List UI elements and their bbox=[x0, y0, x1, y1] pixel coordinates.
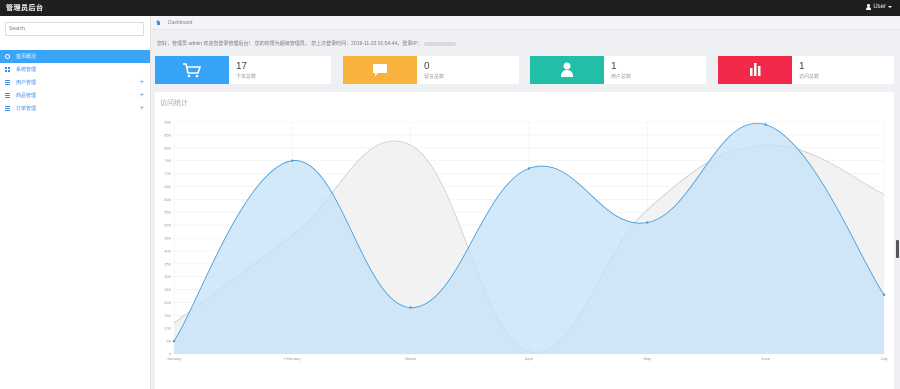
home-icon[interactable] bbox=[156, 20, 161, 25]
comment-icon bbox=[373, 64, 387, 76]
visit-stats-panel: 访问统计 0 50 100 150 200 250 300 350 400 450 500 550 60… bbox=[155, 92, 894, 389]
stat-card-visits: 1 访问总数 bbox=[718, 56, 894, 84]
caret-down-icon bbox=[888, 6, 892, 8]
x-tick-label: February bbox=[284, 356, 300, 361]
y-tick-label: 250 bbox=[164, 287, 171, 292]
breadcrumb-current: Dashboard bbox=[168, 20, 193, 26]
visit-area-chart: 0501001502002503003504004505005506006507… bbox=[164, 120, 887, 362]
user-icon bbox=[561, 62, 573, 77]
welcome-text: 您好，管理员 admin 欢迎您登录管理后台！ 您的权限为超级管理员。 您上次登… bbox=[157, 41, 422, 47]
data-point[interactable] bbox=[646, 221, 649, 224]
stat-card-messages: 0 留言总数 bbox=[343, 56, 519, 84]
top-navbar: 管理员后台 User bbox=[0, 0, 900, 16]
y-tick-label: 800 bbox=[164, 145, 171, 150]
y-tick-label: 900 bbox=[164, 120, 171, 125]
plus-icon[interactable]: + bbox=[140, 92, 144, 99]
y-tick-label: 850 bbox=[164, 132, 171, 137]
breadcrumb: Dashboard bbox=[151, 16, 900, 30]
stat-card-orders: 17 下单总数 bbox=[155, 56, 331, 84]
stat-card-icon-box bbox=[155, 56, 229, 84]
x-tick-label: July bbox=[880, 356, 887, 361]
plus-icon[interactable]: + bbox=[140, 105, 144, 112]
y-tick-label: 300 bbox=[164, 274, 171, 279]
stat-count: 1 bbox=[611, 61, 617, 72]
x-tick-label: January bbox=[167, 356, 181, 361]
y-tick-label: 500 bbox=[164, 223, 171, 228]
y-tick-label: 600 bbox=[164, 197, 171, 202]
user-name: User bbox=[873, 4, 886, 10]
y-tick-label: 700 bbox=[164, 171, 171, 176]
y-tick-label: 100 bbox=[164, 326, 171, 331]
sidebar-menu: 首页概况 系统管理 用户管理 + 商品管理 + 订单管理 + bbox=[0, 50, 150, 115]
user-menu[interactable]: User bbox=[866, 4, 892, 10]
y-tick-label: 200 bbox=[164, 300, 171, 305]
sidebar-item-label: 用户管理 bbox=[16, 80, 37, 86]
search-input[interactable] bbox=[5, 22, 144, 36]
stat-label: 访问总数 bbox=[799, 74, 820, 80]
stat-label: 留言总数 bbox=[424, 74, 445, 80]
x-tick-label: May bbox=[644, 356, 652, 361]
redacted-ip bbox=[423, 41, 456, 46]
sidebar-item-label: 订单管理 bbox=[16, 106, 37, 112]
data-point[interactable] bbox=[527, 167, 531, 170]
plus-icon[interactable]: + bbox=[140, 79, 144, 86]
stat-count: 17 bbox=[236, 61, 248, 72]
sidebar-item-orders[interactable]: 订单管理 + bbox=[0, 102, 150, 115]
sidebar-item-label: 商品管理 bbox=[16, 93, 37, 99]
y-tick-label: 350 bbox=[164, 261, 171, 266]
y-tick-label: 450 bbox=[164, 236, 171, 241]
data-point[interactable] bbox=[291, 159, 294, 162]
list-icon bbox=[5, 106, 10, 111]
bar-chart-icon bbox=[750, 63, 761, 76]
stat-card-users: 1 用户总数 bbox=[530, 56, 706, 84]
stat-card-icon-box bbox=[718, 56, 792, 84]
y-tick-label: 750 bbox=[164, 158, 171, 163]
y-tick-label: 50 bbox=[167, 339, 172, 344]
sidebar-item-system[interactable]: 系统管理 bbox=[0, 63, 150, 76]
stat-card-icon-box bbox=[530, 56, 604, 84]
sidebar-item-label: 首页概况 bbox=[16, 54, 37, 60]
stat-count: 1 bbox=[799, 61, 805, 72]
list-icon bbox=[5, 93, 10, 98]
data-point[interactable] bbox=[409, 306, 412, 309]
stat-card-icon-box bbox=[343, 56, 417, 84]
sidebar-item-dashboard[interactable]: 首页概况 bbox=[0, 50, 150, 63]
data-point[interactable] bbox=[764, 123, 767, 126]
stat-label: 用户总数 bbox=[611, 74, 632, 80]
x-tick-label: April bbox=[525, 356, 533, 361]
sidebar-item-label: 系统管理 bbox=[16, 67, 37, 73]
x-tick-label: March bbox=[405, 356, 416, 361]
y-tick-label: 400 bbox=[164, 248, 171, 253]
y-tick-label: 550 bbox=[164, 210, 171, 215]
sidebar-item-products[interactable]: 商品管理 + bbox=[0, 89, 150, 102]
data-point[interactable] bbox=[882, 293, 886, 296]
cart-icon bbox=[183, 63, 202, 78]
stat-label: 下单总数 bbox=[236, 74, 257, 80]
dashboard-icon bbox=[5, 54, 10, 59]
y-tick-label: 150 bbox=[164, 313, 171, 318]
scrollbar-thumb[interactable] bbox=[896, 240, 899, 258]
y-tick-label: 650 bbox=[164, 184, 171, 189]
user-icon bbox=[866, 4, 872, 10]
sidebar: 首页概况 系统管理 用户管理 + 商品管理 + 订单管理 + bbox=[0, 16, 151, 389]
list-icon bbox=[5, 80, 10, 85]
welcome-message: 您好，管理员 admin 欢迎您登录管理后台！ 您的权限为超级管理员。 您上次登… bbox=[157, 40, 456, 47]
grid-icon bbox=[5, 67, 10, 72]
stat-count: 0 bbox=[424, 61, 430, 72]
sidebar-item-users[interactable]: 用户管理 + bbox=[0, 76, 150, 89]
data-point[interactable] bbox=[172, 339, 176, 343]
app-title: 管理员后台 bbox=[6, 5, 44, 12]
x-tick-label: June bbox=[761, 356, 770, 361]
